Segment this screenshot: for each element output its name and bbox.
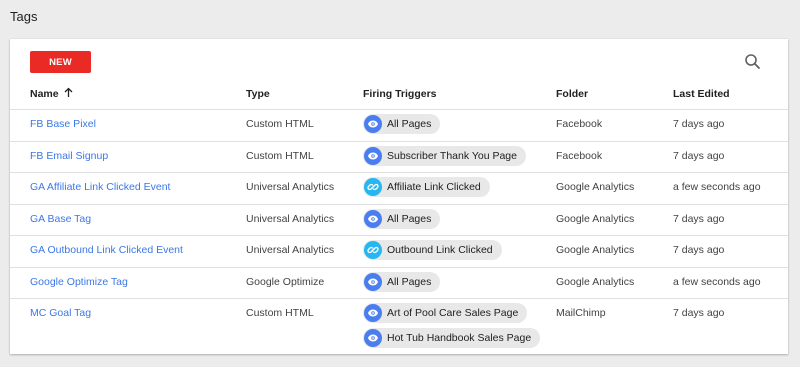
new-tag-button[interactable]: NEW <box>30 51 91 73</box>
eye-icon <box>364 209 382 228</box>
tag-folder: Google Analytics <box>556 212 635 225</box>
table-row[interactable]: Google Optimize Tag Google Optimize All Pa… <box>10 266 788 299</box>
eye-icon <box>364 304 382 322</box>
trigger-chip[interactable]: Subscriber Thank You Page <box>363 145 526 166</box>
sort-ascending-icon <box>64 87 73 101</box>
trigger-label: Subscriber Thank You Page <box>387 149 517 162</box>
firing-triggers: Subscriber Thank You Page <box>363 145 526 166</box>
table-row[interactable]: GA Base Tag Universal Analytics All Pages G… <box>10 203 788 236</box>
trigger-label: Outbound Link Clicked <box>387 244 493 256</box>
tag-name-link[interactable]: FB Base Pixel <box>30 118 96 131</box>
eye-icon <box>364 115 382 133</box>
table-row[interactable]: FB Base Pixel Custom HTML All Pages Faceboo… <box>10 109 788 141</box>
tag-type: Google Optimize <box>246 275 325 288</box>
tags-card: NEW Name Type Firing Triggers Folder Las… <box>10 39 788 354</box>
tag-type: Universal Analytics <box>246 181 335 193</box>
firing-triggers: Affiliate Link Clicked <box>363 177 490 197</box>
tag-name-link[interactable]: FB Email Signup <box>30 150 108 163</box>
tag-name-link[interactable]: GA Base Tag <box>30 213 91 226</box>
tag-last-edited: 7 days ago <box>673 212 725 225</box>
tag-folder: Google Analytics <box>556 181 635 193</box>
trigger-chip[interactable]: Hot Tub Handbook Sales Page <box>363 328 541 348</box>
trigger-label: All Pages <box>387 118 432 130</box>
page-title: Tags <box>10 9 38 24</box>
table-row[interactable]: FB Email Signup Custom HTML Subscriber Tha… <box>10 140 788 173</box>
trigger-chip[interactable]: All Pages <box>363 271 441 292</box>
column-header-folder[interactable]: Folder <box>556 87 588 101</box>
tag-folder: Facebook <box>556 149 603 162</box>
trigger-chip[interactable]: All Pages <box>363 114 441 134</box>
search-icon[interactable] <box>743 52 763 72</box>
tag-name-link[interactable]: Google Optimize Tag <box>30 276 128 289</box>
tag-last-edited: a few seconds ago <box>673 181 761 193</box>
trigger-chip[interactable]: All Pages <box>363 208 441 229</box>
table-row[interactable]: MC Goal Tag Custom HTML Art of Pool Care S… <box>10 298 788 351</box>
tag-last-edited: 7 days ago <box>673 149 725 162</box>
tag-last-edited: 7 days ago <box>673 118 725 130</box>
firing-triggers: All Pages <box>363 114 441 134</box>
tag-type: Custom HTML <box>246 149 314 162</box>
trigger-label: Affiliate Link Clicked <box>387 181 481 193</box>
tag-name-link[interactable]: GA Outbound Link Clicked Event <box>30 244 183 257</box>
column-header-name-label: Name <box>30 88 59 100</box>
tag-folder: MailChimp <box>556 307 606 319</box>
link-icon <box>364 178 382 196</box>
column-header-name[interactable]: Name <box>30 87 73 101</box>
firing-triggers: All Pages <box>363 271 441 292</box>
tags-table-body: FB Base Pixel Custom HTML All Pages Faceboo… <box>10 109 788 351</box>
column-header-firing-triggers[interactable]: Firing Triggers <box>363 87 437 101</box>
trigger-label: Art of Pool Care Sales Page <box>387 307 519 319</box>
eye-icon <box>364 329 382 347</box>
trigger-label: All Pages <box>387 212 432 225</box>
table-row[interactable]: GA Affiliate Link Clicked Event Universal… <box>10 172 788 204</box>
firing-triggers: Outbound Link Clicked <box>363 240 502 260</box>
tag-type: Custom HTML <box>246 307 314 319</box>
tag-last-edited: a few seconds ago <box>673 275 761 288</box>
tag-name-link[interactable]: GA Affiliate Link Clicked Event <box>30 181 170 194</box>
tag-folder: Facebook <box>556 118 603 130</box>
trigger-chip[interactable]: Art of Pool Care Sales Page <box>363 303 528 323</box>
eye-icon <box>364 146 382 165</box>
tag-folder: Google Analytics <box>556 244 635 256</box>
eye-icon <box>364 272 382 291</box>
trigger-label: All Pages <box>387 275 432 288</box>
tag-type: Universal Analytics <box>246 212 335 225</box>
trigger-chip[interactable]: Affiliate Link Clicked <box>363 177 490 197</box>
tag-type: Universal Analytics <box>246 244 335 256</box>
link-icon <box>364 241 382 259</box>
table-row[interactable]: GA Outbound Link Clicked Event Universal … <box>10 235 788 267</box>
trigger-label: Hot Tub Handbook Sales Page <box>387 332 532 344</box>
tag-folder: Google Analytics <box>556 275 635 288</box>
tag-type: Custom HTML <box>246 118 314 130</box>
trigger-chip[interactable]: Outbound Link Clicked <box>363 240 502 260</box>
firing-triggers: All Pages <box>363 208 441 229</box>
tag-last-edited: 7 days ago <box>673 244 725 256</box>
tag-last-edited: 7 days ago <box>673 307 725 319</box>
firing-triggers: Art of Pool Care Sales Page Hot Tub Handb… <box>363 303 541 348</box>
column-header-type[interactable]: Type <box>246 87 270 101</box>
tag-name-link[interactable]: MC Goal Tag <box>30 307 91 320</box>
column-header-last-edited[interactable]: Last Edited <box>673 87 730 101</box>
